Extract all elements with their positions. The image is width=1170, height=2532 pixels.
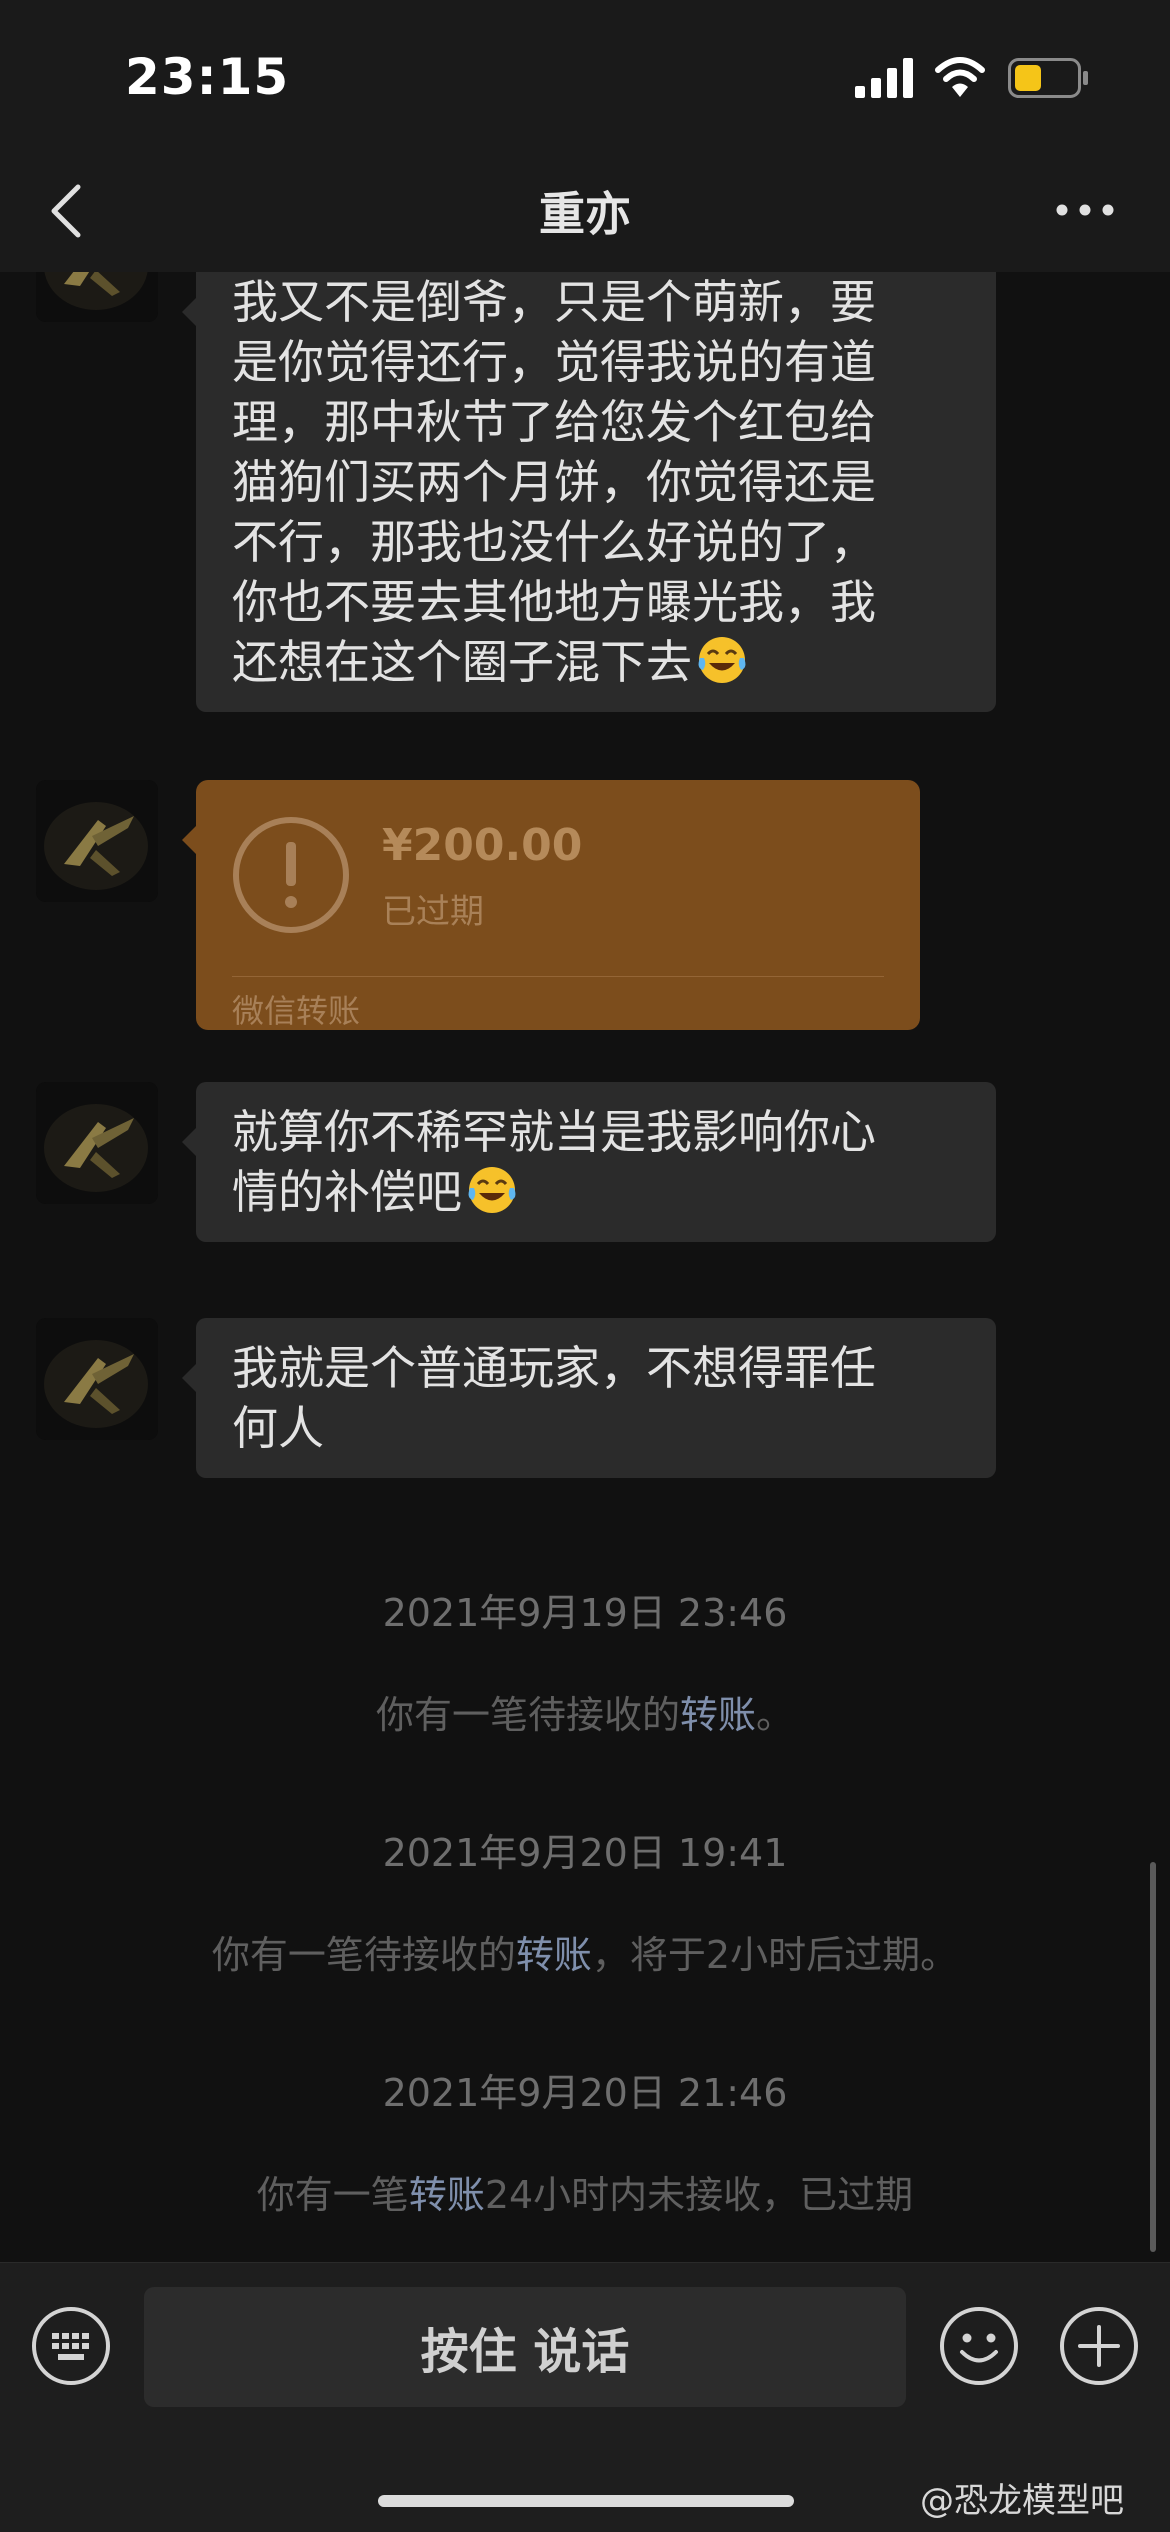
system-text: 你有一笔待接收的 (375, 1693, 680, 1737)
message-bubble[interactable]: 就算你不稀罕就当是我影响你心 情的补偿吧 (182, 1082, 996, 1242)
system-message: 你有一笔转账24小时内未接收，已过期 (0, 2164, 1170, 2219)
watermark: @恐龙模型吧 (920, 2481, 1124, 2521)
avatar-image (36, 272, 158, 322)
status-bar: 23:15 (0, 0, 1170, 150)
system-text: ，将于2小时后过期。 (591, 1933, 959, 1977)
nav-bar: 重亦 (0, 150, 1170, 272)
message-bubble[interactable]: 我又不是倒爷，只是个萌新，要 是你觉得还行，觉得我说的有道 理，那中秋节了给您发… (182, 272, 996, 712)
transfer-card[interactable]: ¥200.00 已过期 微信转账 (182, 780, 920, 1030)
transfer-amount: ¥200.00 (382, 820, 583, 871)
chat-area[interactable]: 我又不是倒爷，只是个萌新，要 是你觉得还行，觉得我说的有道 理，那中秋节了给您发… (0, 272, 1170, 2262)
transfer-link[interactable]: 转账 (680, 1693, 756, 1737)
keyboard-icon[interactable] (30, 2305, 112, 2387)
battery-icon (1008, 58, 1088, 98)
message-line: 猫狗们买两个月饼，你觉得还是 (232, 455, 876, 509)
message-line: 不行，那我也没什么好说的了， (232, 515, 876, 569)
contact-avatar[interactable] (36, 272, 158, 322)
scrollbar[interactable] (1150, 1862, 1156, 2252)
exclamation-circle-icon (233, 817, 349, 933)
message-line: 情的补偿吧 (232, 1165, 462, 1219)
system-text: 。 (756, 1693, 795, 1737)
avatar-image (36, 780, 158, 902)
contact-avatar[interactable] (36, 1318, 158, 1440)
system-message: 你有一笔待接收的转账。 (0, 1684, 1170, 1739)
transfer-status: 已过期 (382, 892, 484, 932)
more-button[interactable] (1050, 190, 1120, 230)
home-indicator[interactable] (378, 2495, 794, 2507)
message-line: 我就是个普通玩家，不想得罪任 (232, 1341, 876, 1395)
system-text: 你有一笔 (256, 2173, 409, 2217)
system-timestamp: 2021年9月20日 21:46 (382, 2071, 788, 2115)
message-line: 理，那中秋节了给您发个红包给 (232, 395, 876, 449)
divider (232, 976, 884, 977)
tears-of-joy-emoji-icon (698, 637, 746, 683)
system-text: 24小时内未接收，已过期 (484, 2173, 914, 2217)
transfer-link[interactable]: 转账 (516, 1933, 592, 1977)
transfer-label: 微信转账 (232, 992, 361, 1030)
more-dots-icon (1056, 204, 1114, 216)
message-line: 是你觉得还行，觉得我说的有道 (232, 335, 876, 389)
hold-to-talk-button[interactable]: 按住 说话 (144, 2287, 906, 2407)
contact-avatar[interactable] (36, 1082, 158, 1204)
chevron-left-icon (51, 184, 81, 238)
back-button[interactable] (40, 178, 90, 244)
message-line: 还想在这个圈子混下去 (232, 635, 692, 689)
system-timestamp: 2021年9月20日 19:41 (382, 1831, 788, 1875)
status-time: 23:15 (125, 48, 290, 106)
emoji-icon[interactable] (938, 2305, 1020, 2387)
plus-icon[interactable] (1058, 2305, 1140, 2387)
chat-title: 重亦 (539, 187, 631, 241)
avatar-image (36, 1318, 158, 1440)
wifi-icon (935, 57, 985, 97)
message-line: 何人 (232, 1401, 324, 1455)
system-text: 你有一笔待接收的 (211, 1933, 516, 1977)
input-bar: 按住 说话 @恐龙模型吧 (0, 2262, 1170, 2532)
message-bubble[interactable]: 我就是个普通玩家，不想得罪任 何人 (182, 1318, 996, 1478)
message-line: 就算你不稀罕就当是我影响你心 (232, 1105, 876, 1159)
signal-icon (855, 58, 913, 98)
system-message: 你有一笔待接收的转账，将于2小时后过期。 (0, 1924, 1170, 1979)
avatar-image (36, 1082, 158, 1204)
system-timestamp: 2021年9月19日 23:46 (382, 1591, 788, 1635)
message-line: 你也不要去其他地方曝光我，我 (232, 575, 876, 629)
contact-avatar[interactable] (36, 780, 158, 902)
tears-of-joy-emoji-icon (468, 1167, 516, 1213)
message-line: 我又不是倒爷，只是个萌新，要 (232, 275, 876, 329)
transfer-link[interactable]: 转账 (409, 2173, 485, 2217)
